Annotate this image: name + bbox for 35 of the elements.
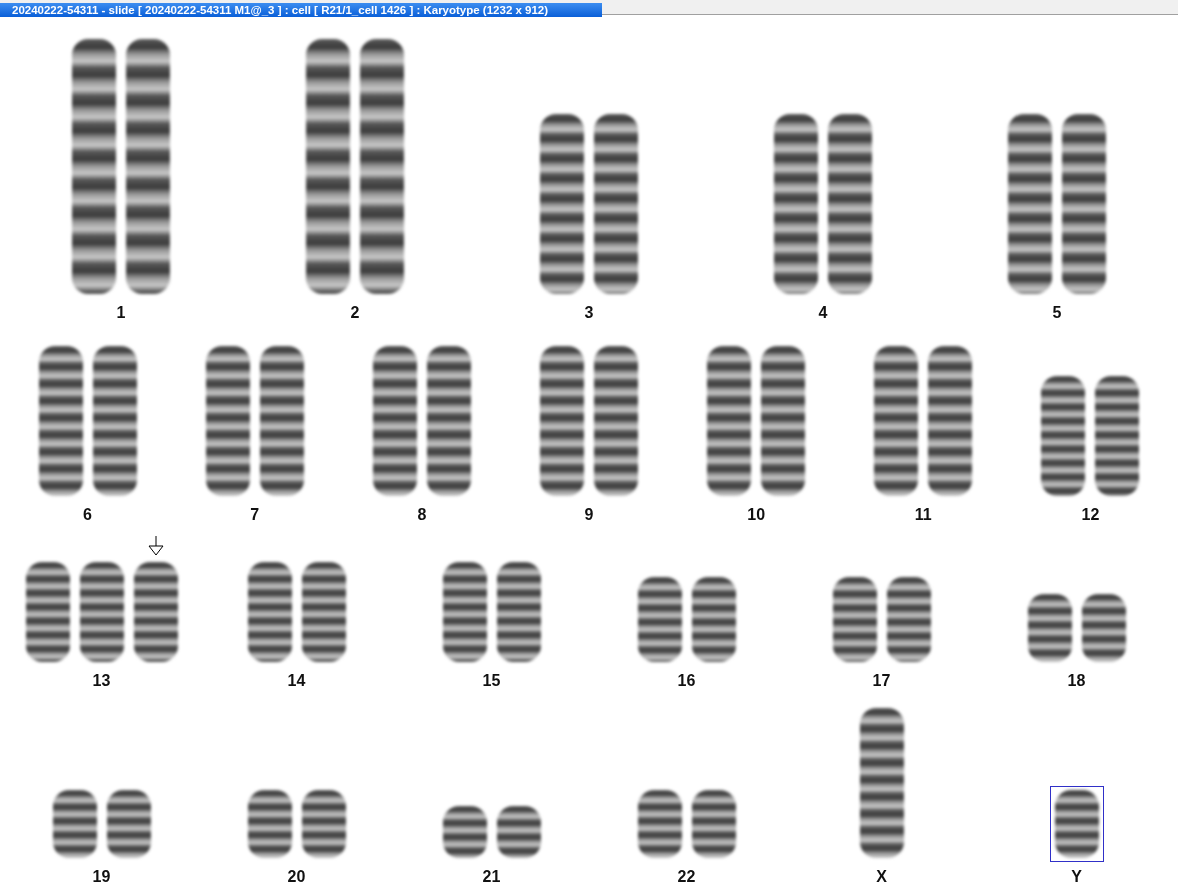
chromosome-image xyxy=(637,790,682,858)
chromosome-number: 11 xyxy=(914,506,932,524)
chromosome-image xyxy=(691,790,736,858)
chromosome-image xyxy=(1027,594,1072,662)
chromosome-number: 9 xyxy=(584,506,594,524)
chromosome-number: 8 xyxy=(417,506,427,524)
chromosome-number: 12 xyxy=(1081,506,1100,524)
chromosome-number: 22 xyxy=(677,868,696,886)
chromosome-number: 6 xyxy=(83,506,92,524)
chromosome-number: 4 xyxy=(818,304,828,322)
chromosome-number: 17 xyxy=(872,672,891,690)
chromosome-number: 3 xyxy=(584,304,594,322)
chromosome-number: X xyxy=(876,868,887,886)
window-title: 20240222-54311 - slide [ 20240222-54311 M1@_3 ] : cell [ R21/1_cell 1426 ] : Karyotype (1232 x 912) xyxy=(0,3,602,17)
chromosome-image xyxy=(52,790,97,858)
chromosome-image xyxy=(496,806,541,858)
chromosome-image xyxy=(442,806,487,858)
chromosome-number: 13 xyxy=(92,672,111,690)
chromosome-number: 16 xyxy=(677,672,696,690)
chromosome-image xyxy=(301,790,346,858)
chromosome-number: 14 xyxy=(287,672,306,690)
chromosome-image xyxy=(1081,594,1126,662)
chromosome-number: 7 xyxy=(250,506,260,524)
chromosome-number: 10 xyxy=(747,506,766,524)
chromosome-number: 19 xyxy=(92,868,111,886)
chromosome-number: 5 xyxy=(1052,304,1062,322)
chromosome-number: 1 xyxy=(116,304,126,322)
chromosome-number: 21 xyxy=(482,868,501,886)
chromosome-image xyxy=(247,790,292,858)
chromosome-number: 2 xyxy=(350,304,360,322)
chromosome-number: 18 xyxy=(1067,672,1086,690)
chromosome-number: 15 xyxy=(482,672,501,690)
chromosome-image xyxy=(106,790,151,858)
chromosome-number: 20 xyxy=(287,868,306,886)
chromosome-number: Y xyxy=(1071,868,1082,886)
